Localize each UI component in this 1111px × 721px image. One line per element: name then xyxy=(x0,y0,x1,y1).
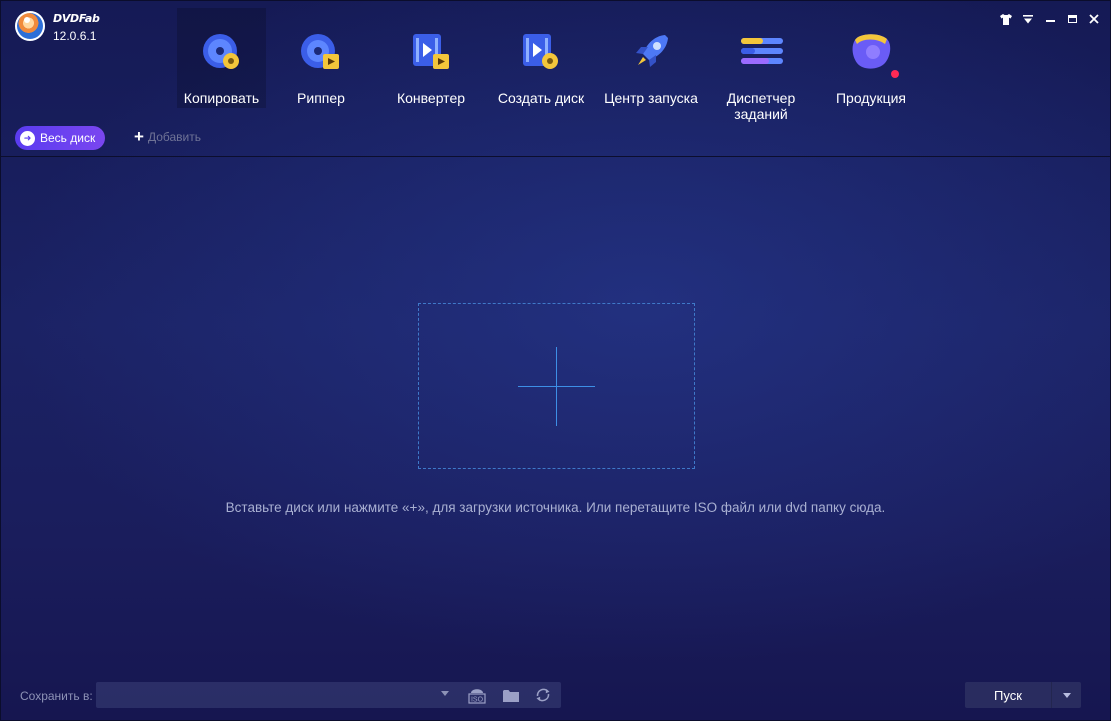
chevron-down-icon xyxy=(1062,692,1071,698)
nav-products[interactable]: Продукция xyxy=(816,8,926,122)
maximize-icon[interactable] xyxy=(1064,11,1080,27)
nav-label: Центр запуска xyxy=(604,90,698,106)
nav-launch-center[interactable]: Центр запуска xyxy=(596,8,706,122)
sub-toolbar: ➜ Весь диск + Добавить xyxy=(1,125,1110,157)
ripper-icon xyxy=(299,30,343,74)
save-to-label: Сохранить в: xyxy=(20,689,93,703)
nav-label: Копировать xyxy=(183,90,260,106)
brand-name: DVDFab xyxy=(53,12,100,25)
app-window: DVDFab 12.0.6.1 Копировать Риппер Конвер… xyxy=(0,0,1111,721)
nav-ripper[interactable]: Риппер xyxy=(266,8,376,122)
chevron-down-icon[interactable] xyxy=(441,691,449,696)
nav-create-disc[interactable]: Создать диск xyxy=(486,8,596,122)
add-source-button[interactable]: + Добавить xyxy=(134,127,201,146)
add-label: Добавить xyxy=(147,130,201,144)
nav-label: Риппер xyxy=(297,90,345,106)
dvdfab-logo-icon xyxy=(15,11,45,41)
folder-icon[interactable] xyxy=(501,686,521,704)
close-icon[interactable] xyxy=(1086,11,1102,27)
skin-shirt-icon[interactable] xyxy=(998,11,1014,27)
save-path-input[interactable] xyxy=(96,682,461,708)
full-disc-mode-button[interactable]: ➜ Весь диск xyxy=(15,126,106,150)
window-controls xyxy=(998,11,1102,27)
add-source-dropzone[interactable] xyxy=(418,303,695,469)
start-options-dropdown[interactable] xyxy=(1052,682,1081,708)
nav-task-manager[interactable]: Диспетчер заданий xyxy=(706,8,816,122)
start-button-group: Пуск xyxy=(965,682,1081,708)
refresh-icon[interactable] xyxy=(533,686,553,704)
mode-label: Весь диск xyxy=(40,131,96,145)
save-to-field: ISO xyxy=(96,682,561,708)
menu-dropdown-icon[interactable] xyxy=(1020,11,1036,27)
drop-hint-text: Вставьте диск или нажмите «+», для загру… xyxy=(225,500,886,515)
converter-icon xyxy=(409,30,453,74)
create-disc-icon xyxy=(519,30,563,74)
plus-icon: + xyxy=(134,127,144,146)
arrow-right-icon: ➜ xyxy=(20,130,35,146)
minimize-icon[interactable] xyxy=(1042,11,1058,27)
notification-badge xyxy=(891,70,899,78)
app-version: 12.0.6.1 xyxy=(53,29,97,43)
nav-label: Продукция xyxy=(835,90,907,106)
nav-copy[interactable]: Копировать xyxy=(177,8,266,108)
nav-label: Конвертер xyxy=(396,90,466,106)
nav-label: Диспетчер заданий xyxy=(726,90,796,122)
copy-disc-icon xyxy=(200,30,244,74)
rocket-icon xyxy=(629,30,673,74)
nav-converter[interactable]: Конвертер xyxy=(376,8,486,122)
plus-icon-vertical xyxy=(556,347,557,426)
task-manager-icon xyxy=(739,30,783,74)
start-button[interactable]: Пуск xyxy=(965,682,1051,708)
nav-label: Создать диск xyxy=(497,90,585,106)
iso-label: ISO xyxy=(471,697,484,704)
products-icon xyxy=(849,30,899,78)
top-nav: Копировать Риппер Конвертер Создать диск… xyxy=(177,8,926,122)
iso-save-icon[interactable]: ISO xyxy=(467,686,487,704)
